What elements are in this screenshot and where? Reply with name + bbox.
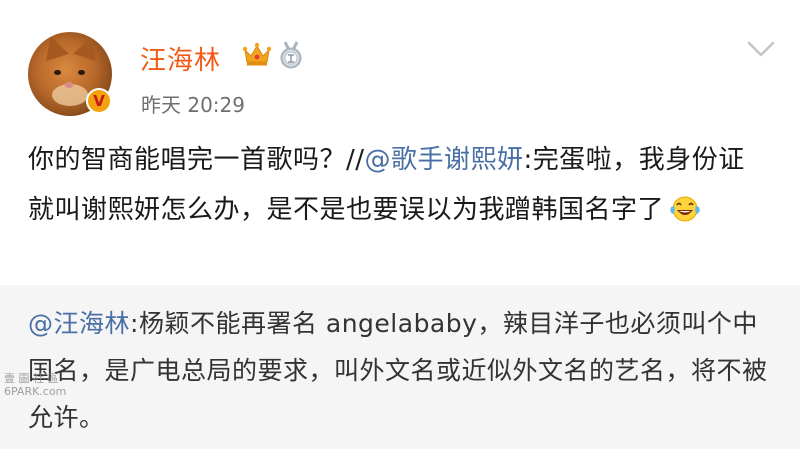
mention-link[interactable]: @歌手谢熙妍 [365, 145, 524, 175]
watermark: 壹 圖 社 區 6PARK.com [4, 372, 76, 398]
post-body: 你的智商能唱完一首歌吗？//@歌手谢熙妍:完蛋啦，我身份证就叫谢熙妍怎么办，是不… [28, 135, 758, 235]
avatar-cat-eye [54, 70, 61, 75]
medal-icon[interactable] [278, 41, 304, 69]
quoted-post-body: @汪海林:杨颖不能再署名 angelababy，辣目洋子也必须叫个中国名，是广电… [28, 300, 768, 441]
post-timestamp: 昨天 20:29 [141, 93, 245, 117]
post-text-part: 你的智商能唱完一首歌吗？// [28, 145, 365, 175]
watermark-line: 6PARK.com [4, 385, 67, 398]
avatar-cat-eye [78, 70, 85, 75]
avatar-cat-ear [39, 32, 69, 62]
quoted-post-text: :杨颖不能再署名 angelababy，辣目洋子也必须叫个中国名，是广电总局的要… [28, 309, 768, 432]
verified-v-icon: V [86, 88, 112, 114]
avatar-cat-nose [65, 82, 73, 88]
crown-icon[interactable] [242, 42, 272, 68]
avatar-cat-ear [73, 32, 103, 62]
laugh-cry-emoji-icon [670, 196, 700, 222]
watermark-line: 壹 圖 社 區 [4, 372, 59, 385]
quoted-post[interactable]: @汪海林:杨颖不能再署名 angelababy，辣目洋子也必须叫个中国名，是广电… [0, 285, 800, 449]
quoted-author-mention[interactable]: @汪海林 [28, 309, 130, 338]
chevron-down-icon[interactable] [746, 40, 776, 58]
username[interactable]: 汪海林 [140, 40, 221, 77]
weibo-post-card: V 汪海林 昨天 20:29 你的智商能唱完一首歌吗？//@歌手谢熙妍:完蛋啦，… [0, 0, 800, 449]
